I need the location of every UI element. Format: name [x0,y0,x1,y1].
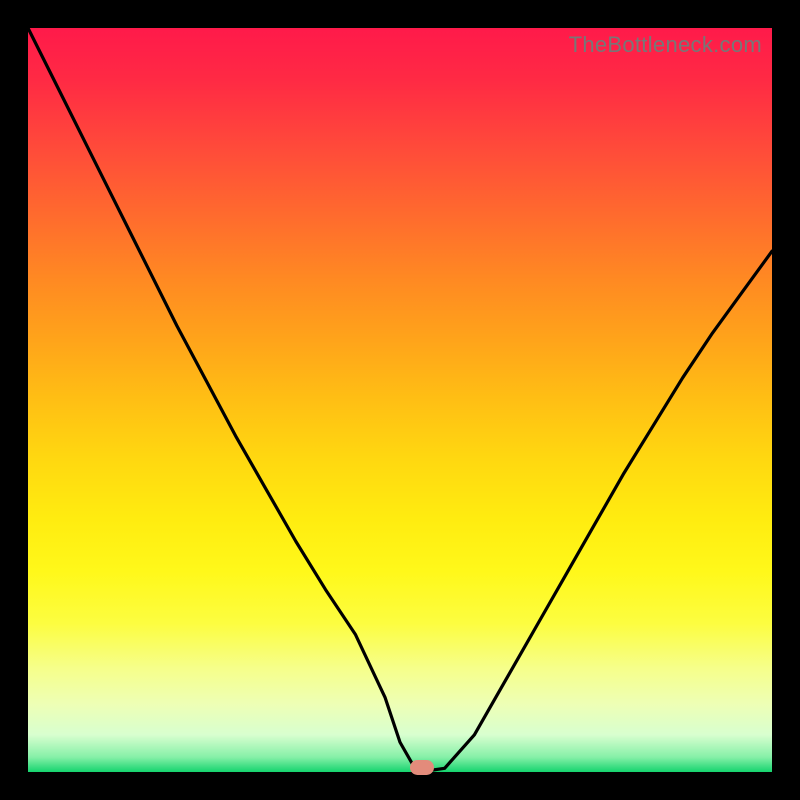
bottleneck-curve [28,28,772,772]
plot-area: TheBottleneck.com [28,28,772,772]
chart-frame: TheBottleneck.com [0,0,800,800]
optimal-marker [410,760,434,775]
